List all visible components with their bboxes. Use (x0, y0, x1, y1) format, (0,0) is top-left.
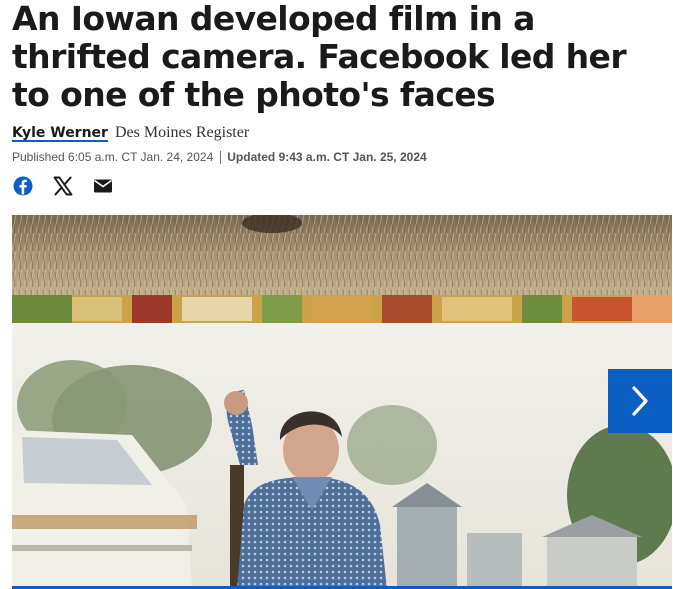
updated-date: Updated 9:43 a.m. CT Jan. 25, 2024 (227, 150, 427, 164)
share-bar (12, 175, 114, 197)
photo-illustration (12, 215, 672, 586)
x-icon[interactable] (52, 175, 74, 197)
publication-name: Des Moines Register (114, 124, 250, 141)
next-photo-button[interactable] (608, 369, 672, 433)
headline: An Iowan developed film in a thrifted ca… (12, 0, 627, 114)
date-divider (220, 150, 222, 164)
gallery-photo[interactable] (12, 215, 672, 589)
published-date: Published 6:05 a.m. CT Jan. 24, 2024 (12, 150, 214, 164)
chevron-right-icon (632, 386, 648, 416)
timestamps: Published 6:05 a.m. CT Jan. 24, 2024 Upd… (12, 150, 427, 164)
author-link[interactable]: Kyle Werner (12, 125, 108, 141)
facebook-icon[interactable] (12, 175, 34, 197)
byline: Kyle Werner Des Moines Register (12, 124, 249, 142)
email-icon[interactable] (92, 175, 114, 197)
